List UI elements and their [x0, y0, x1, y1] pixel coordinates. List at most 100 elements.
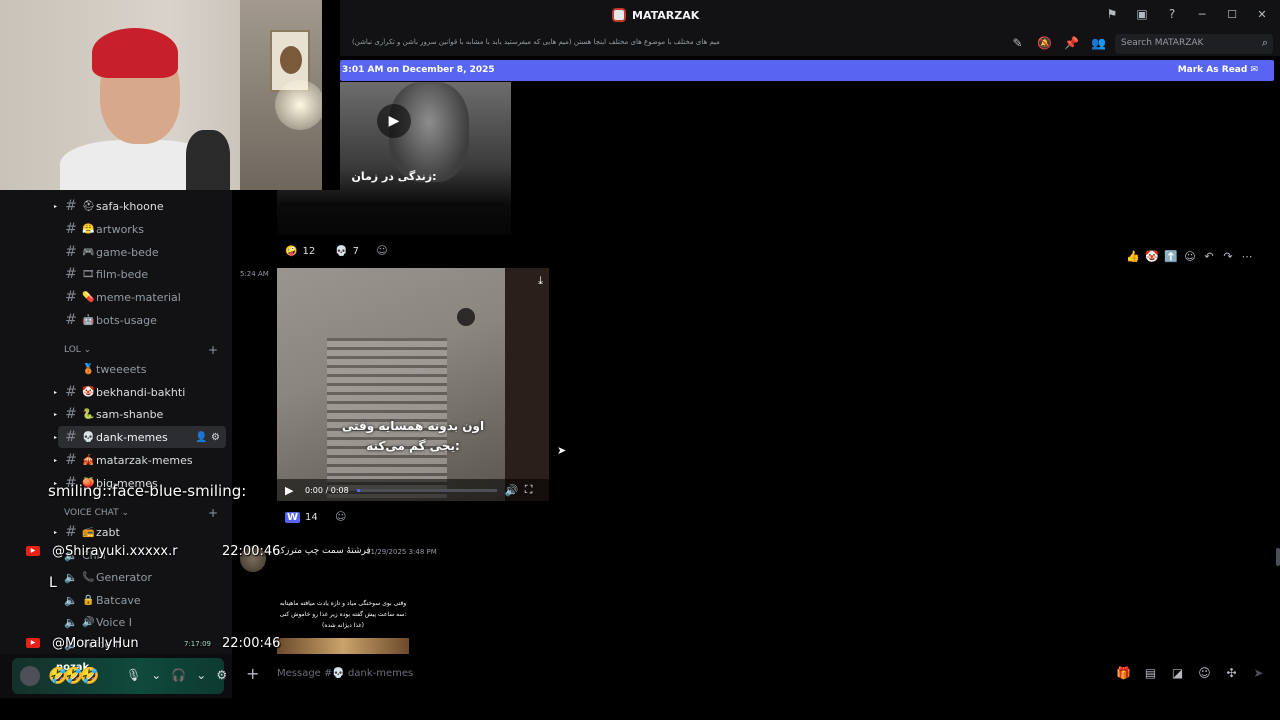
channel-bots-usage[interactable]: # 🤖 bots-usage — [58, 309, 226, 331]
channel-name: artworks — [96, 222, 144, 236]
search-input[interactable]: Search MATARZAK ⌕ — [1115, 34, 1273, 54]
unread-dot-icon: ▸ — [54, 433, 58, 441]
channel-meme-material[interactable]: # 💊 meme-material — [58, 286, 226, 308]
channel-film-bede[interactable]: # 🎞 film-bede — [58, 263, 226, 285]
video-progress-bar[interactable] — [356, 488, 497, 492]
gif-icon[interactable]: ▤ — [1143, 666, 1158, 680]
video-player[interactable]: ⤓ اون بدونه همسایه وقتی یجی گم می‌کنه: ▶… — [277, 268, 549, 501]
headphones-icon[interactable]: 🎧 — [171, 668, 186, 682]
forward-icon[interactable]: ↷ — [1221, 250, 1235, 263]
mark-as-read-label: Mark As Read — [1177, 65, 1248, 75]
gift-icon[interactable]: 🎁 — [1116, 666, 1131, 680]
channel-emoji: 🤡 — [82, 386, 95, 398]
minimize-icon[interactable]: ─ — [1194, 8, 1210, 21]
stream-chat-time: 22:00:46 — [222, 544, 281, 559]
video-time: 0:00 / 0:08 — [305, 485, 349, 495]
hash-icon: # — [65, 312, 77, 328]
volume-icon[interactable]: 🔊 — [505, 484, 519, 497]
hash-icon: # — [65, 524, 77, 540]
stream-chat-time: 22:00:46 — [222, 636, 281, 651]
hash-icon: # — [65, 452, 77, 468]
message-author[interactable]: فرشتهٔ سمت چپ مترزک — [277, 546, 371, 556]
gear-icon[interactable]: ⚙ — [216, 668, 227, 682]
channel-name: sam-shanbe — [96, 407, 164, 421]
voice-channel-batcave[interactable]: 🔈 🔒 Batcave — [58, 589, 226, 611]
add-reaction-icon[interactable]: ☺ — [1183, 250, 1197, 263]
voice-channel-zabt[interactable]: ▸ # 📻 zabt — [54, 521, 226, 543]
download-icon[interactable]: ⤓ — [538, 274, 543, 288]
microphone-icon[interactable]: 🎙 — [126, 668, 141, 682]
pin-icon[interactable]: 📌 — [1064, 36, 1079, 50]
help-icon[interactable]: ? — [1164, 7, 1180, 21]
emoji-icon[interactable]: ☺ — [1197, 666, 1212, 680]
new-messages-since: 3:01 AM on December 8, 2025 — [342, 65, 495, 75]
channel-tweeeets[interactable]: 🥉 tweeeets — [58, 358, 226, 380]
send-icon[interactable]: ➤ — [1251, 666, 1266, 680]
user-panel[interactable]: nozak 🤣🤣🤣 🎙 ⌄ 🎧 ⌄ ⚙ — [12, 658, 227, 694]
play-icon[interactable]: ▶ — [377, 104, 411, 138]
channel-emoji: 🎞 — [82, 268, 95, 280]
quick-reaction-thumbs-up[interactable]: 👍 — [1126, 250, 1140, 263]
voice-channel-generator[interactable]: 🔈 📞 Generator — [58, 566, 226, 588]
scrollbar[interactable] — [1276, 548, 1280, 566]
image-frame-bottom — [277, 638, 409, 654]
unread-dot-icon: ▸ — [54, 456, 58, 464]
threads-icon[interactable]: ✎ — [1010, 36, 1025, 50]
more-icon[interactable]: ⋯ — [1240, 250, 1254, 263]
invite-icon[interactable]: 👤 — [195, 432, 207, 443]
youtube-icon: ▶ — [26, 546, 40, 556]
reaction-chip[interactable]: 💀 7 — [329, 241, 365, 261]
channel-dank-memes[interactable]: ▸ # 💀 dank-memes 👤 ⚙ — [54, 426, 226, 448]
channel-safa-khoone[interactable]: ▸ # ⛑ safa-khoone — [54, 195, 226, 217]
new-messages-bar[interactable]: 3:01 AM on December 8, 2025 Mark As Read… — [340, 60, 1274, 81]
add-reaction-icon[interactable]: ☺ — [332, 508, 350, 526]
channel-game-bede[interactable]: # 🎮 game-bede — [58, 241, 226, 263]
mute-bell-icon[interactable]: 🔕 — [1037, 36, 1052, 50]
reaction-chip[interactable]: 🤪 12 — [279, 241, 321, 261]
channel-topic[interactable]: (میم های مختلف با موضوع های مختلف اینجا … — [352, 38, 720, 46]
maximize-icon[interactable]: ☐ — [1224, 8, 1240, 21]
add-channel-icon[interactable]: + — [208, 343, 218, 357]
close-icon[interactable]: ✕ — [1254, 8, 1270, 21]
reaction-chip[interactable]: W 14 — [279, 507, 324, 527]
quick-reaction-up-arrow[interactable]: ⬆️ — [1164, 250, 1178, 263]
inbox-icon[interactable]: ▣ — [1134, 7, 1150, 21]
add-reaction-icon[interactable]: ☺ — [373, 242, 391, 260]
add-channel-icon[interactable]: + — [208, 506, 218, 520]
channel-artworks[interactable]: # 😤 artworks — [58, 218, 226, 240]
play-icon[interactable]: ▶ — [285, 484, 297, 497]
hash-icon: # — [65, 244, 77, 260]
channel-emoji: ⛑ — [82, 200, 95, 212]
mark-as-read-button[interactable]: Mark As Read ✉ — [1178, 65, 1258, 75]
reply-icon[interactable]: ↶ — [1202, 250, 1216, 263]
hash-icon: # — [65, 406, 77, 422]
apps-icon[interactable]: ✣ — [1224, 666, 1239, 680]
category-voice-chat[interactable]: VOICE CHAT ⌄ — [64, 508, 129, 518]
channel-sam-shanbe[interactable]: ▸ # 🐍 sam-shanbe — [54, 403, 226, 425]
title-bar-icons: ⚑ ▣ ? ─ ☐ ✕ — [1104, 7, 1270, 21]
fullscreen-icon[interactable]: ⛶ — [525, 483, 537, 497]
channel-matarzak-memes[interactable]: ▸ # 🎪 matarzak-memes — [54, 449, 226, 471]
attach-plus-icon[interactable]: + — [246, 664, 259, 683]
reaction-count: 12 — [302, 245, 316, 257]
members-icon[interactable]: 👥 — [1091, 36, 1106, 50]
video-frame-knob — [457, 308, 475, 326]
chevron-down-icon[interactable]: ⌄ — [151, 668, 161, 682]
flag-icon[interactable]: ⚑ — [1104, 7, 1120, 21]
quick-reaction-clown[interactable]: 🤡 — [1145, 250, 1159, 263]
channel-bekhandi-bakhti[interactable]: ▸ # 🤡 bekhandi-bakhti — [54, 381, 226, 403]
message-input[interactable]: Message #💀 dank-memes — [277, 668, 413, 679]
stream-chat-small-time: 7:17:09 — [184, 640, 211, 648]
category-lol[interactable]: LOL ⌄ — [64, 345, 91, 355]
webcam-lamp — [275, 80, 325, 130]
sticker-icon[interactable]: ◪ — [1170, 666, 1185, 680]
chevron-down-icon[interactable]: ⌄ — [196, 668, 206, 682]
composer-icons: 🎁 ▤ ◪ ☺ ✣ ➤ — [1116, 666, 1266, 680]
channel-emoji: 😤 — [82, 223, 95, 235]
gear-icon[interactable]: ⚙ — [211, 432, 220, 443]
avatar[interactable] — [20, 666, 40, 686]
voice-channel-voice-i[interactable]: 🔈 🔊 Voice I — [58, 611, 226, 633]
video-frame-shadow — [505, 268, 549, 501]
channel-name: matarzak-memes — [96, 453, 193, 467]
image-attachment[interactable]: وقتی بوی سوختگی میاد و تازه یادت میافته … — [277, 560, 409, 654]
